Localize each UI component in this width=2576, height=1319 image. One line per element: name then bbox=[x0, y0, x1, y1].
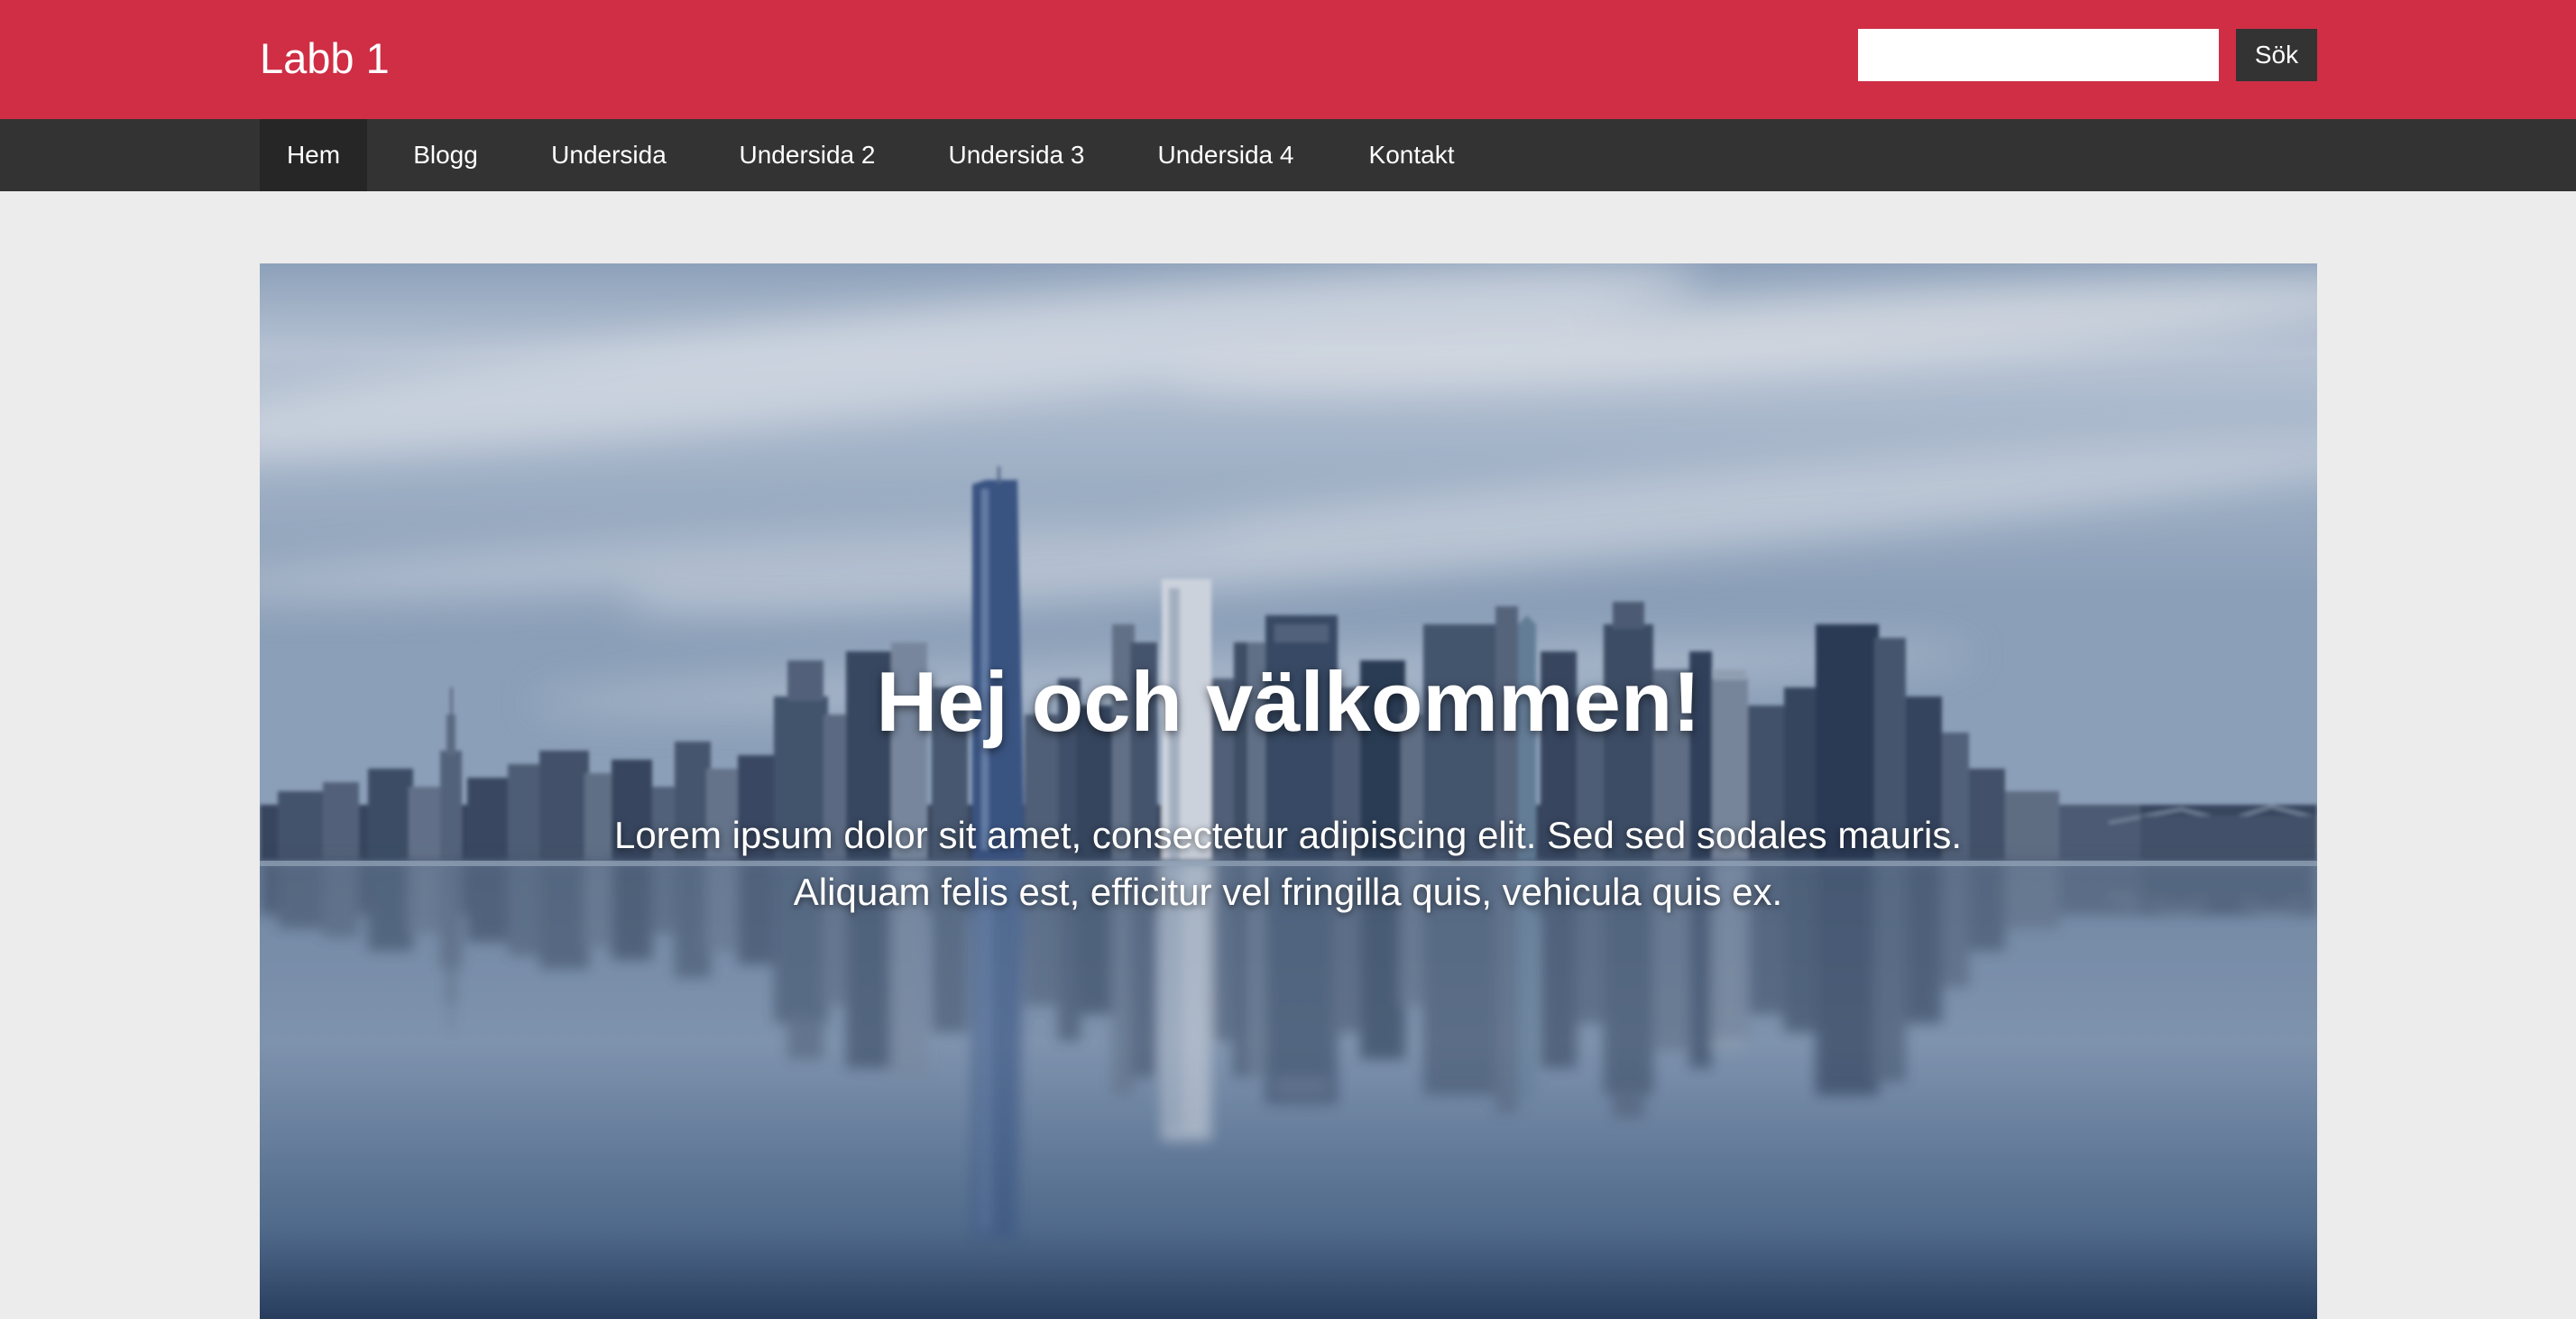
nav-item-undersida[interactable]: Undersida bbox=[529, 119, 689, 191]
hero-text: Lorem ipsum dolor sit amet, consectetur … bbox=[613, 814, 1963, 913]
site-header: Labb 1 Sök bbox=[0, 0, 2576, 119]
search-input[interactable] bbox=[1858, 29, 2219, 81]
nav-item-hem[interactable]: Hem bbox=[260, 119, 367, 191]
nav-item-blogg[interactable]: Blogg bbox=[390, 119, 501, 191]
site-logo-link[interactable]: Labb 1 bbox=[260, 27, 390, 90]
hero-overlay bbox=[260, 263, 2317, 1319]
nav-item-undersida-3[interactable]: Undersida 3 bbox=[925, 119, 1109, 191]
nav-item-undersida-2[interactable]: Undersida 2 bbox=[715, 119, 899, 191]
search-button[interactable]: Sök bbox=[2236, 29, 2317, 81]
main-navigation: Hem Blogg Undersida Undersida 2 Undersid… bbox=[0, 119, 2576, 191]
nav-item-undersida-4[interactable]: Undersida 4 bbox=[1134, 119, 1318, 191]
nav-item-kontakt[interactable]: Kontakt bbox=[1344, 119, 1479, 191]
hero-title: Hej och välkommen! bbox=[876, 654, 1701, 749]
hero-banner: Hej och välkommen! Lorem ipsum dolor sit… bbox=[260, 263, 2317, 1319]
